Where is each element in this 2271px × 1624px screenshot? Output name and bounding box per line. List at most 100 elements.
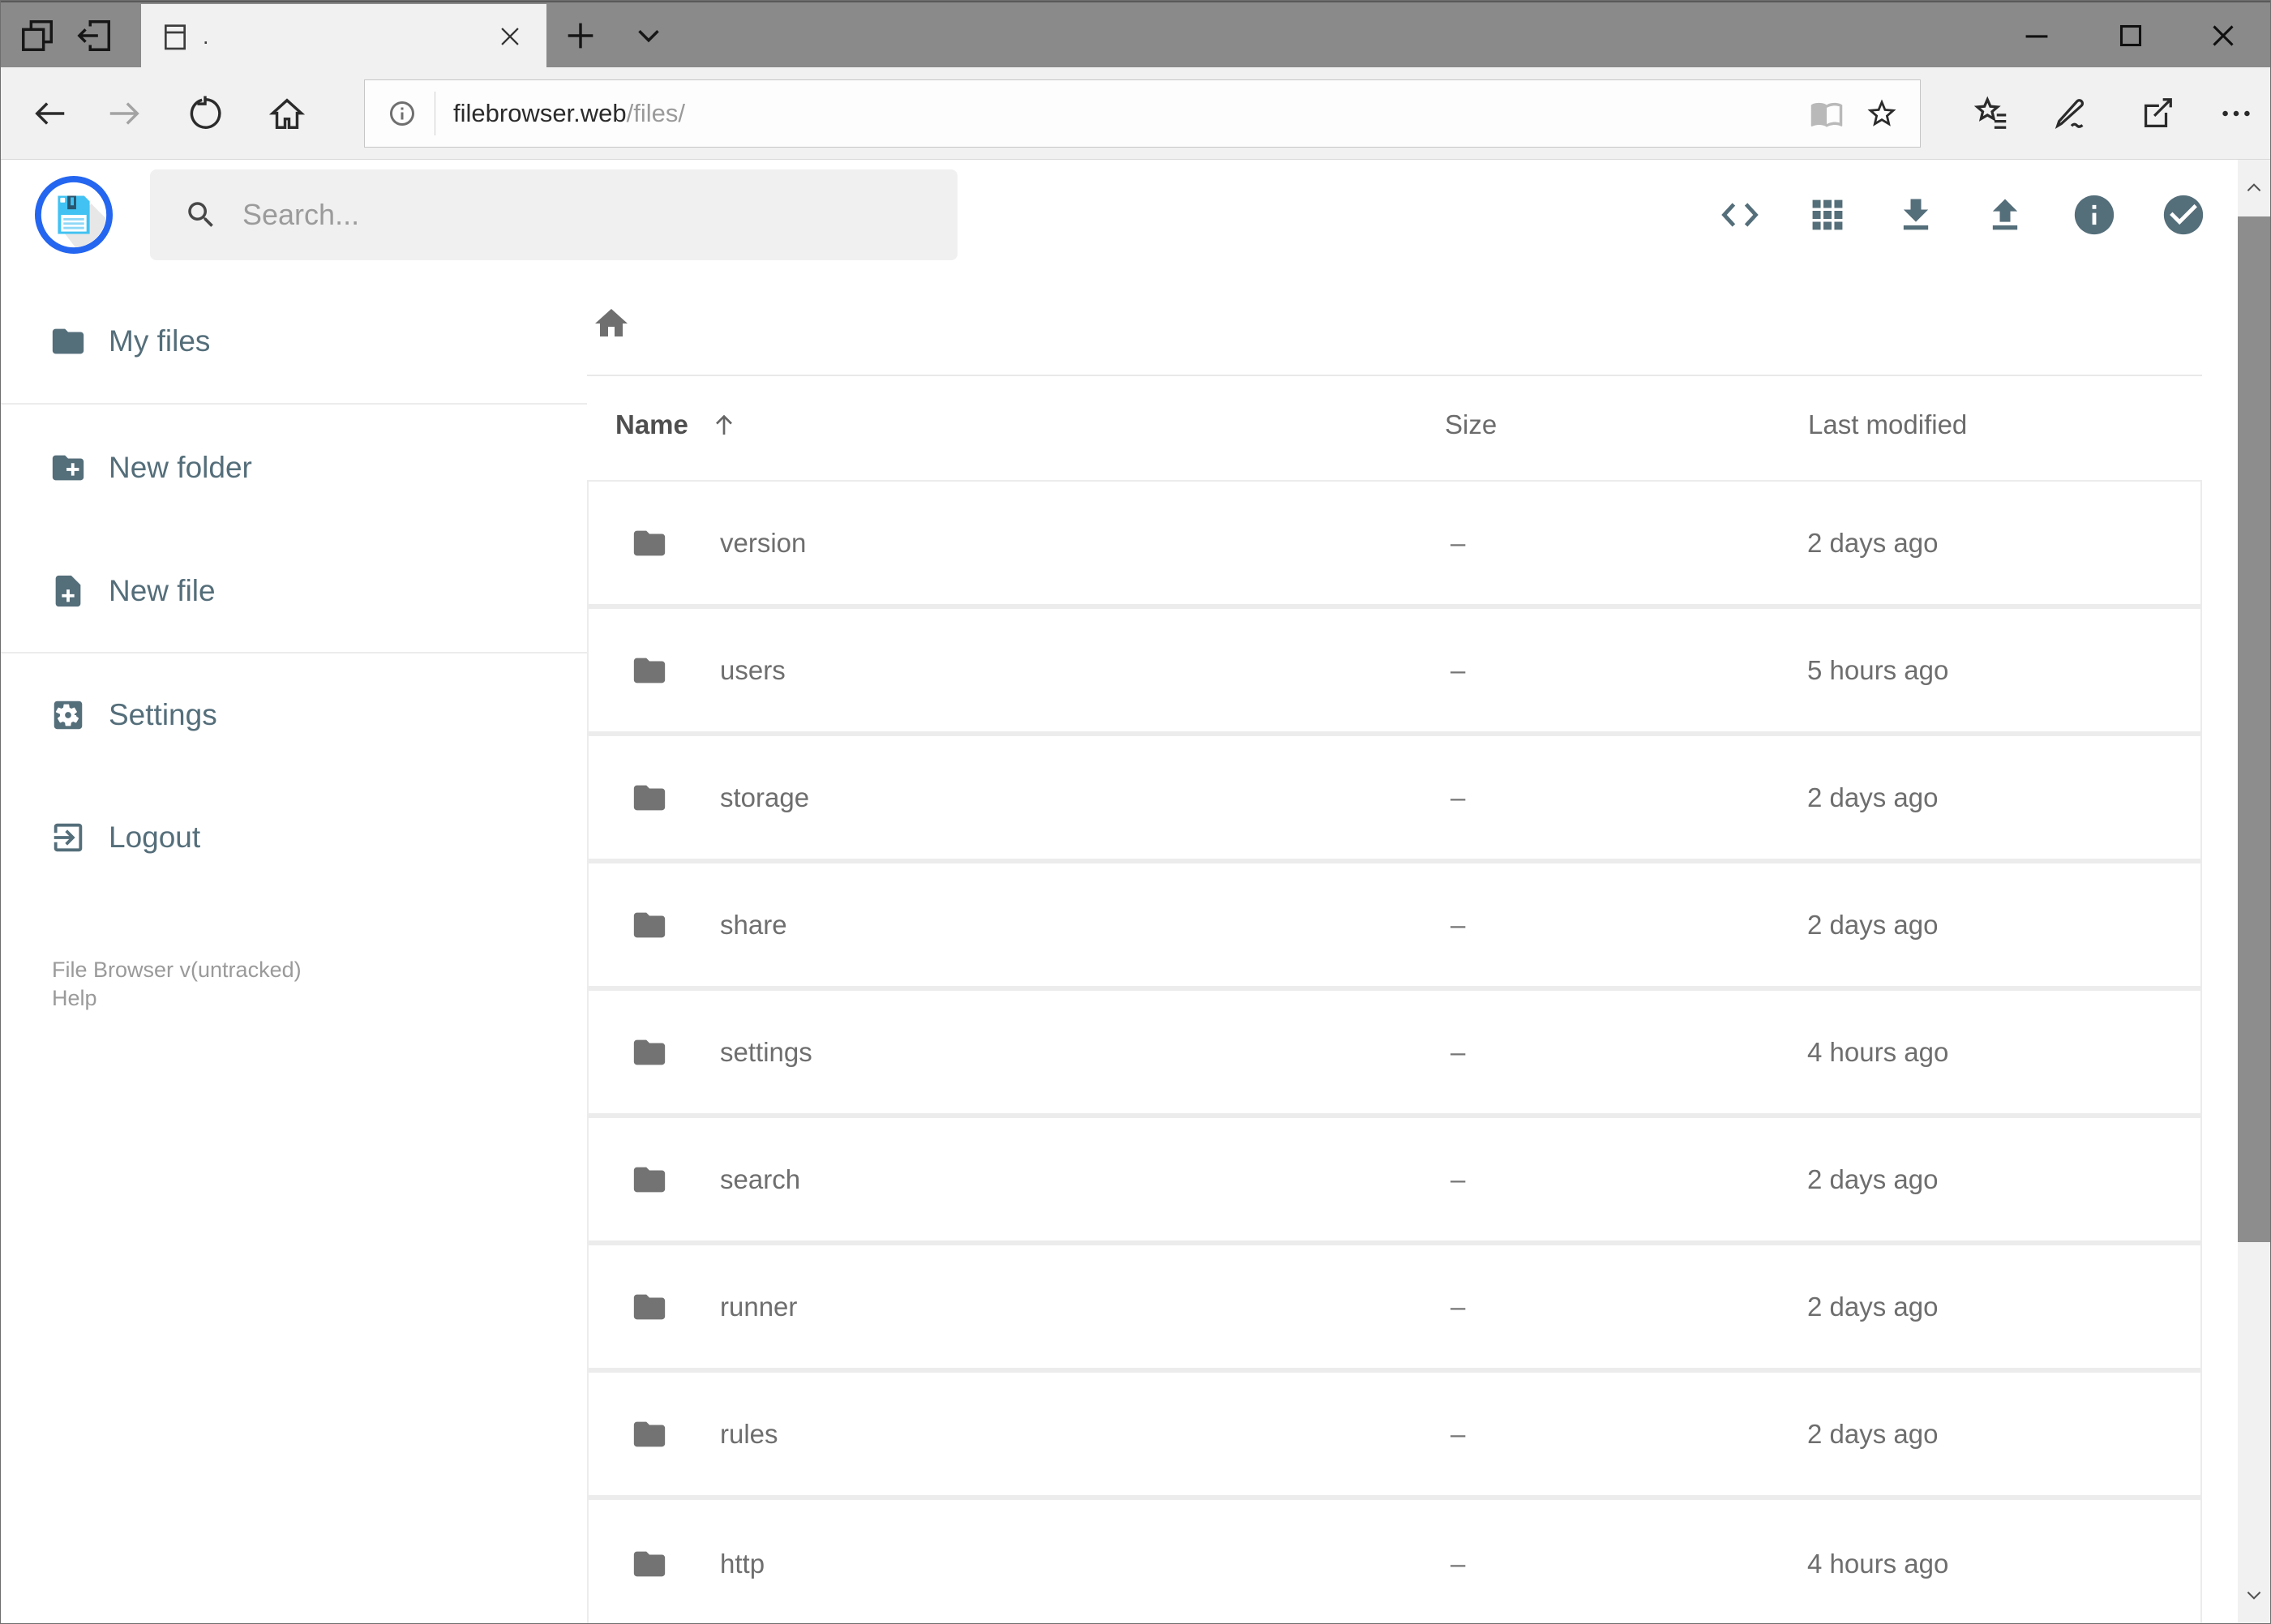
hub-favorites-icon[interactable] <box>1973 95 2011 132</box>
breadcrumb-home-icon[interactable] <box>592 304 631 343</box>
download-icon[interactable] <box>1895 194 1937 236</box>
upload-icon[interactable] <box>1984 194 2026 236</box>
file-row-version[interactable]: version – 2 days ago <box>589 482 2200 609</box>
sidebar-item-label: Logout <box>109 821 201 854</box>
sidebar-item-settings[interactable]: Settings <box>1 675 587 756</box>
back-icon[interactable] <box>32 95 69 132</box>
code-view-icon[interactable] <box>1719 194 1761 236</box>
folder-icon <box>631 779 668 816</box>
folder-icon <box>631 1416 668 1453</box>
file-size: – <box>1450 1036 1466 1067</box>
scroll-up-icon[interactable] <box>2238 160 2270 216</box>
close-button[interactable] <box>2205 17 2242 54</box>
folder-icon <box>631 1545 668 1583</box>
favorite-star-icon[interactable] <box>1865 96 1899 131</box>
browser-window: . filebrowser.web/files/ Search... My fi… <box>0 0 2271 1624</box>
file-size: – <box>1450 1418 1466 1449</box>
sidebar-item-new-folder[interactable]: New folder <box>1 427 587 508</box>
sort-ascending-icon <box>709 410 739 439</box>
file-rows: version – 2 days ago users – 5 hours ago… <box>587 480 2202 1623</box>
file-modified: 4 hours ago <box>1807 1548 1949 1579</box>
page-scrollbar[interactable] <box>2238 160 2270 1623</box>
file-size: – <box>1450 1291 1466 1322</box>
url-text[interactable]: filebrowser.web/files/ <box>453 99 1810 128</box>
minimize-button[interactable] <box>2018 17 2055 54</box>
sidebar-item-label: Settings <box>109 698 217 731</box>
file-size: – <box>1450 909 1466 940</box>
file-modified: 2 days ago <box>1807 1291 1939 1322</box>
select-multiple-icon[interactable] <box>2160 191 2207 238</box>
folder-icon <box>631 1288 668 1326</box>
filebrowser-logo <box>34 175 114 255</box>
new-tab-icon[interactable] <box>562 17 599 54</box>
folder-icon <box>631 652 668 689</box>
file-name: users <box>720 654 786 685</box>
scroll-down-icon[interactable] <box>2238 1566 2270 1623</box>
home-icon[interactable] <box>268 95 306 132</box>
file-modified: 2 days ago <box>1807 1163 1939 1194</box>
app-header <box>1 160 2270 273</box>
tab-close-icon[interactable] <box>496 23 524 50</box>
search-bar[interactable] <box>150 169 958 260</box>
file-modified: 5 hours ago <box>1807 654 1949 685</box>
file-modified: 2 days ago <box>1807 909 1939 940</box>
active-tab[interactable]: . <box>141 4 546 69</box>
file-row-runner[interactable]: runner – 2 days ago <box>589 1245 2200 1373</box>
sidebar-item-new-file[interactable]: New file <box>1 551 587 632</box>
file-row-http[interactable]: http – 4 hours ago <box>589 1500 2200 1623</box>
file-size: – <box>1450 654 1466 685</box>
file-name: runner <box>720 1291 798 1322</box>
maximize-button[interactable] <box>2112 17 2149 54</box>
column-header-name[interactable]: Name <box>615 409 739 440</box>
file-modified: 2 days ago <box>1807 527 1939 558</box>
url-path: /files/ <box>626 99 686 127</box>
file-row-rules[interactable]: rules – 2 days ago <box>589 1373 2200 1500</box>
more-settings-icon[interactable] <box>2217 95 2255 132</box>
file-row-search[interactable]: search – 2 days ago <box>589 1118 2200 1245</box>
search-icon <box>184 198 218 232</box>
file-row-share[interactable]: share – 2 days ago <box>589 863 2200 991</box>
new-file-icon <box>49 572 87 610</box>
sidebar-item-label: New folder <box>109 451 252 484</box>
folder-icon <box>631 1161 668 1198</box>
sidebar-item-label: New file <box>109 574 216 607</box>
file-listing: Name Size Last modified version – 2 days… <box>587 273 2270 1623</box>
file-name: rules <box>720 1418 778 1449</box>
refresh-icon[interactable] <box>186 95 224 132</box>
reading-view-icon[interactable] <box>1810 96 1844 131</box>
search-input[interactable] <box>241 197 958 233</box>
column-header-size[interactable]: Size <box>1445 409 1497 440</box>
tabs-set-aside-list-icon[interactable] <box>19 17 56 54</box>
file-name: storage <box>720 782 810 812</box>
sidebar-item-logout[interactable]: Logout <box>1 797 587 878</box>
set-tabs-aside-icon[interactable] <box>76 17 114 54</box>
column-header-modified[interactable]: Last modified <box>1808 409 1967 440</box>
site-info-icon[interactable] <box>388 99 417 128</box>
folder-icon <box>631 1034 668 1071</box>
listing-divider <box>587 375 2202 376</box>
url-host: filebrowser.web <box>453 99 627 127</box>
address-bar[interactable]: filebrowser.web/files/ <box>364 79 1921 148</box>
logout-icon <box>49 819 87 856</box>
forward-icon[interactable] <box>105 95 143 132</box>
file-modified: 4 hours ago <box>1807 1036 1949 1067</box>
sidebar-divider <box>1 403 587 405</box>
app-body: My files New folder New file Settings Lo… <box>1 273 2270 1623</box>
scrollbar-thumb[interactable] <box>2238 216 2270 1242</box>
sidebar-item-my-files[interactable]: My files <box>1 301 587 382</box>
page-icon <box>159 20 191 53</box>
folder-icon <box>631 525 668 562</box>
tab-bar: . <box>1 1 2270 69</box>
tab-preview-chevron-icon[interactable] <box>630 17 667 54</box>
file-row-settings[interactable]: settings – 4 hours ago <box>589 991 2200 1118</box>
annotate-pen-icon[interactable] <box>2053 95 2090 132</box>
sidebar-divider <box>1 652 587 653</box>
file-row-storage[interactable]: storage – 2 days ago <box>589 736 2200 863</box>
help-link[interactable]: Help <box>52 984 302 1013</box>
file-size: – <box>1450 1163 1466 1194</box>
share-icon[interactable] <box>2138 95 2175 132</box>
file-name: search <box>720 1163 801 1194</box>
info-icon[interactable] <box>2071 191 2118 238</box>
file-row-users[interactable]: users – 5 hours ago <box>589 609 2200 736</box>
grid-view-icon[interactable] <box>1806 194 1849 236</box>
